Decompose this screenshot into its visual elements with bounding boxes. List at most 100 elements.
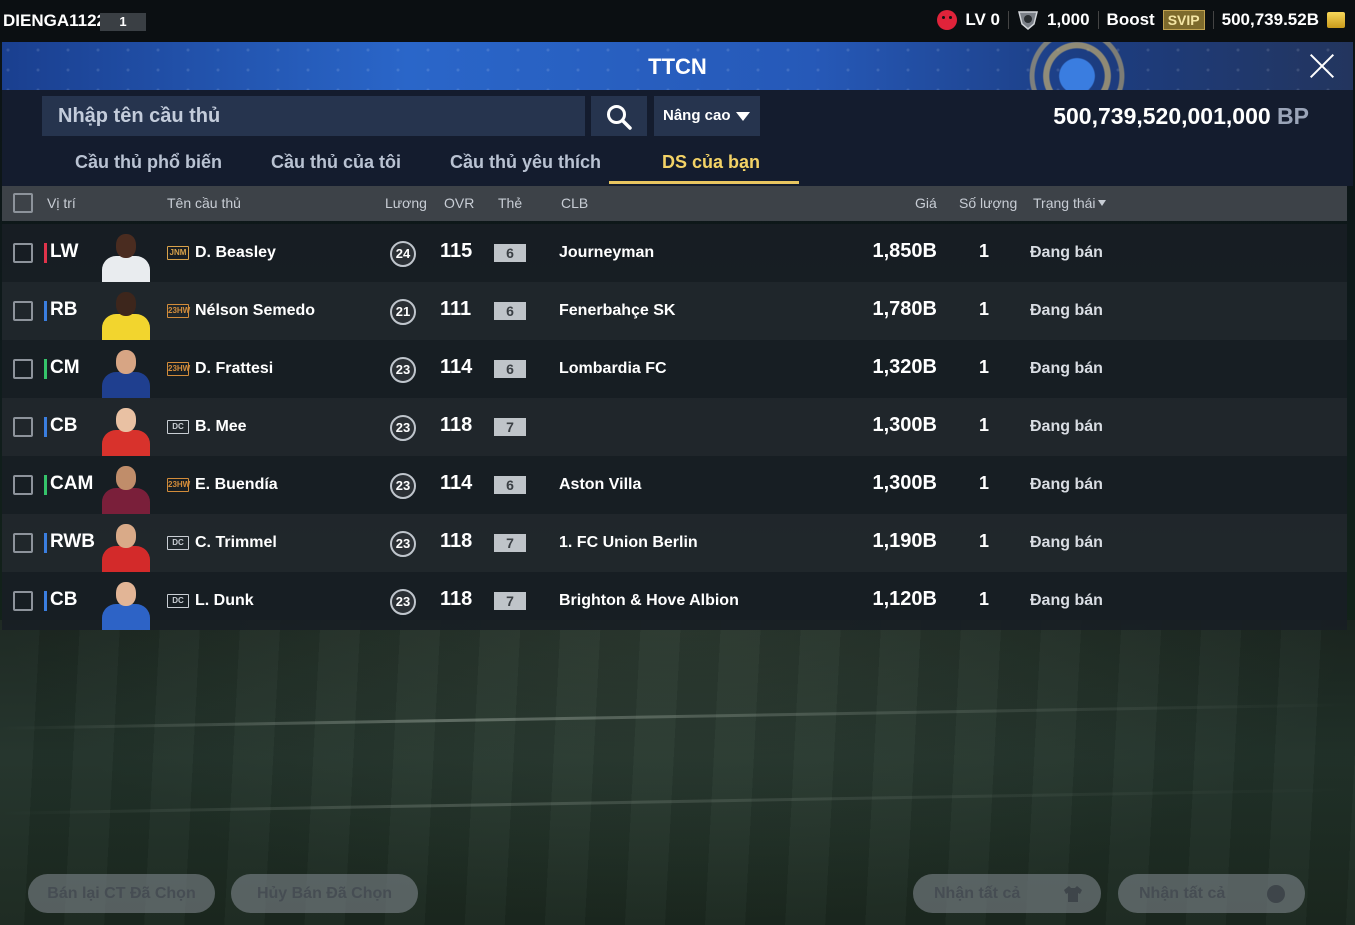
column-ovr: OVR xyxy=(444,195,475,211)
sad-face-icon xyxy=(937,10,958,30)
top-status-bar: DIENGA1122 1 LV 0 1,000 Boost SVIP 500,7… xyxy=(0,0,1355,42)
select-all-checkbox[interactable] xyxy=(13,193,33,213)
column-status: Trạng thái xyxy=(1033,195,1096,211)
row-checkbox[interactable] xyxy=(13,591,33,611)
player-avatar xyxy=(98,228,154,282)
season-badge-icon: DC xyxy=(167,420,189,434)
player-price: 1,120B xyxy=(872,588,938,610)
pitch-line xyxy=(0,788,1355,815)
divider xyxy=(1097,11,1099,29)
svip-badge: SVIP xyxy=(1162,10,1205,30)
position-color-bar xyxy=(44,417,47,437)
player-club: Aston Villa xyxy=(559,476,642,493)
sale-status: Đang bán xyxy=(1030,534,1103,551)
player-ovr: 111 xyxy=(440,298,472,320)
position-color-bar xyxy=(44,475,47,495)
player-quantity: 1 xyxy=(979,299,990,319)
player-ovr: 115 xyxy=(440,240,473,262)
claim-all-label: Nhận tất cả xyxy=(1139,885,1226,902)
search-input[interactable] xyxy=(42,96,585,136)
player-ovr: 118 xyxy=(440,414,473,436)
user-level-badge: 1 xyxy=(100,13,146,31)
table-header: Vị trí Tên cầu thủ Lương OVR Thẻ CLB Giá… xyxy=(2,186,1347,221)
row-checkbox[interactable] xyxy=(13,475,33,495)
player-price: 1,320B xyxy=(872,356,938,378)
bp-coin-icon xyxy=(1267,885,1285,903)
player-avatar xyxy=(98,344,154,398)
column-quantity: Số lượng xyxy=(959,195,1018,211)
player-avatar xyxy=(98,518,154,572)
tab-popular-players[interactable]: Cầu thủ phổ biến xyxy=(75,152,222,173)
table-row[interactable]: CB DC L. Dunk 23 118 7 Brighton & Hove Albion 1… xyxy=(2,572,1347,630)
bp-balance: 500,739,520,001,000 BP xyxy=(1053,103,1309,130)
close-button[interactable] xyxy=(1307,50,1339,82)
tab-my-players[interactable]: Cầu thủ của tôi xyxy=(271,152,401,173)
season-badge-icon: JNM xyxy=(167,246,189,260)
currency-panel: LV 0 1,000 Boost SVIP 500,739.52B xyxy=(937,9,1345,31)
position-color-bar xyxy=(44,243,47,263)
salary-badge: 21 xyxy=(390,299,416,325)
season-badge-icon: DC xyxy=(167,536,189,550)
resell-selected-button[interactable]: Bán lại CT Đã Chọn xyxy=(28,874,215,913)
player-avatar xyxy=(98,402,154,456)
tab-favorite-players[interactable]: Cầu thủ yêu thích xyxy=(450,152,601,173)
player-price: 1,190B xyxy=(872,530,938,552)
card-grade: 6 xyxy=(494,302,526,320)
sale-status: Đang bán xyxy=(1030,360,1103,377)
position-color-bar xyxy=(44,301,47,321)
salary-badge: 24 xyxy=(390,241,416,267)
card-grade: 7 xyxy=(494,534,526,552)
chevron-down-icon xyxy=(736,112,750,121)
player-quantity: 1 xyxy=(979,415,990,435)
sale-status: Đang bán xyxy=(1030,592,1103,609)
search-button[interactable] xyxy=(591,96,647,136)
column-status-sort[interactable]: Trạng thái xyxy=(1033,195,1106,211)
player-avatar xyxy=(98,460,154,514)
table-row[interactable]: CM 23HW D. Frattesi 23 114 6 Lombardia FC 1,320… xyxy=(2,340,1347,398)
sale-status: Đang bán xyxy=(1030,476,1103,493)
claim-all-bp-button[interactable]: Nhận tất cả xyxy=(1118,874,1305,913)
advanced-filter-dropdown[interactable]: Nâng cao xyxy=(654,96,760,136)
player-quantity: 1 xyxy=(979,241,990,261)
table-row[interactable]: CAM 23HW E. Buendía 23 114 6 Aston Villa 1,300B… xyxy=(2,456,1347,514)
table-row[interactable]: RWB DC C. Trimmel 23 118 7 1. FC Union Berlin 1… xyxy=(2,514,1347,572)
row-checkbox[interactable] xyxy=(13,417,33,437)
row-checkbox[interactable] xyxy=(13,243,33,263)
table-row[interactable]: RB 23HW Nélson Semedo 21 111 6 Fenerbahçe SK 1,… xyxy=(2,282,1347,340)
player-position: RB xyxy=(50,299,78,320)
divider xyxy=(1212,11,1214,29)
row-checkbox[interactable] xyxy=(13,533,33,553)
card-grade: 6 xyxy=(494,360,526,378)
active-tab-indicator xyxy=(609,181,799,184)
column-salary: Lương xyxy=(385,195,427,211)
season-badge-icon: 23HW xyxy=(167,304,190,318)
row-checkbox[interactable] xyxy=(13,359,33,379)
cancel-sale-selected-button[interactable]: Hủy Bán Đã Chọn xyxy=(231,874,418,913)
player-avatar xyxy=(98,576,154,630)
player-name: D. Beasley xyxy=(195,244,276,261)
card-grade: 6 xyxy=(494,244,526,262)
player-name: B. Mee xyxy=(195,418,247,435)
claim-all-players-button[interactable]: Nhận tất cả xyxy=(913,874,1101,913)
player-position: CM xyxy=(50,357,80,378)
pitch-line xyxy=(0,703,1355,730)
player-quantity: 1 xyxy=(979,531,990,551)
player-ovr: 114 xyxy=(440,472,473,494)
player-name: L. Dunk xyxy=(195,592,254,609)
shirt-icon xyxy=(1064,886,1082,902)
tab-your-listings[interactable]: DS của bạn xyxy=(662,152,760,173)
claim-all-label: Nhận tất cả xyxy=(934,885,1021,902)
player-price: 1,300B xyxy=(872,414,938,436)
salary-badge: 23 xyxy=(390,415,416,441)
table-row[interactable]: CB DC B. Mee 23 118 7 1,300B 1 Đang bán xyxy=(2,398,1347,456)
row-checkbox[interactable] xyxy=(13,301,33,321)
player-name: C. Trimmel xyxy=(195,534,277,551)
player-name: E. Buendía xyxy=(195,476,278,493)
sale-status: Đang bán xyxy=(1030,302,1103,319)
lv-label: LV 0 xyxy=(965,10,1000,29)
page-title: TTCN xyxy=(648,54,707,79)
table-row[interactable]: LW JNM D. Beasley 24 115 6 Journeyman 1,850B 1 Đa… xyxy=(2,224,1347,282)
boost-label: Boost xyxy=(1106,10,1155,29)
player-club: Lombardia FC xyxy=(559,360,667,377)
salary-badge: 23 xyxy=(390,357,416,383)
